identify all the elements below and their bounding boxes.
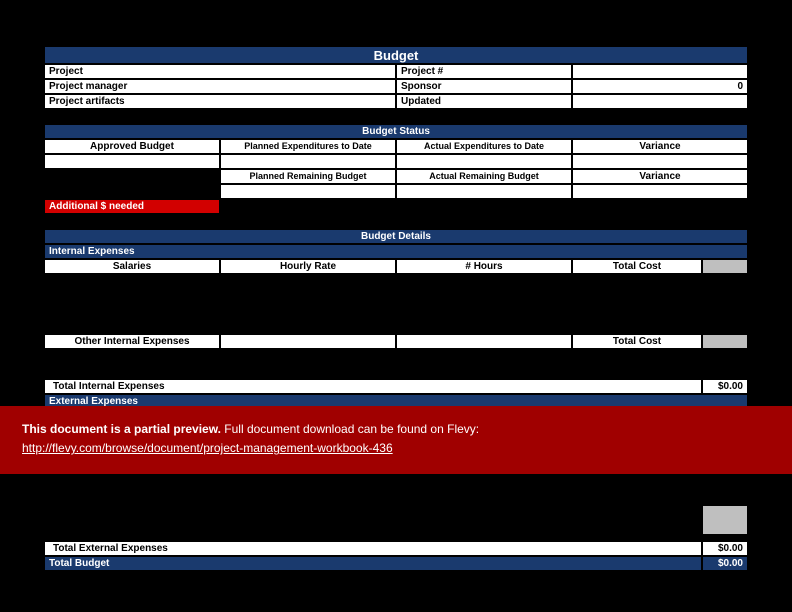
variance2-hdr: Variance xyxy=(572,169,748,184)
status-header: Budget Status xyxy=(44,124,748,139)
title-header: Budget xyxy=(44,46,748,64)
planned-exp-val xyxy=(220,154,396,169)
total-internal-label: Total Internal Expenses xyxy=(44,379,702,394)
variance2-val xyxy=(572,184,748,199)
hourly-hdr: Hourly Rate xyxy=(220,259,396,274)
totalcost2-hdr: Total Cost xyxy=(572,334,702,349)
updated-label: Updated xyxy=(396,94,572,109)
actual-remain-val xyxy=(396,184,572,199)
variance1-val xyxy=(572,154,748,169)
gray-block-3 xyxy=(702,505,748,535)
details-header: Budget Details xyxy=(44,229,748,244)
preview-overlay: This document is a partial preview. Full… xyxy=(0,406,792,474)
approved-budget-val xyxy=(44,154,220,169)
total-external-label: Total External Expenses xyxy=(44,541,702,556)
budget-sheet: Budget Project Project # Project manager… xyxy=(44,46,748,571)
artifacts-label: Project artifacts xyxy=(44,94,396,109)
total-budget-value: $0.00 xyxy=(702,556,748,571)
salaries-hdr: Salaries xyxy=(44,259,220,274)
project-num-label: Project # xyxy=(396,64,572,79)
overlay-link[interactable]: http://flevy.com/browse/document/project… xyxy=(22,441,393,455)
pm-label: Project manager xyxy=(44,79,396,94)
actual-exp-val xyxy=(396,154,572,169)
project-label: Project xyxy=(44,64,396,79)
approved-budget-hdr: Approved Budget xyxy=(44,139,220,154)
other-internal-hdr: Other Internal Expenses xyxy=(44,334,220,349)
actual-exp-hdr: Actual Expenditures to Date xyxy=(396,139,572,154)
variance-hdr: Variance xyxy=(572,139,748,154)
overlay-rest: Full document download can be found on F… xyxy=(221,422,479,436)
total-external-value: $0.00 xyxy=(702,541,748,556)
planned-remain-hdr: Planned Remaining Budget xyxy=(220,169,396,184)
gray-block-1 xyxy=(702,259,748,274)
additional-needed: Additional $ needed xyxy=(44,199,220,214)
totalcost1-hdr: Total Cost xyxy=(572,259,702,274)
hours-hdr: # Hours xyxy=(396,259,572,274)
sponsor-label: Sponsor xyxy=(396,79,572,94)
total-budget-label: Total Budget xyxy=(44,556,702,571)
other-internal-c3 xyxy=(396,334,572,349)
internal-expenses-hdr: Internal Expenses xyxy=(44,244,748,259)
planned-exp-hdr: Planned Expenditures to Date xyxy=(220,139,396,154)
other-internal-c2 xyxy=(220,334,396,349)
planned-remain-val xyxy=(220,184,396,199)
sponsor-value: 0 xyxy=(572,79,748,94)
project-num-value xyxy=(572,64,748,79)
actual-remain-hdr: Actual Remaining Budget xyxy=(396,169,572,184)
updated-value xyxy=(572,94,748,109)
total-internal-value: $0.00 xyxy=(702,379,748,394)
overlay-bold: This document is a partial preview. xyxy=(22,422,221,436)
gray-block-2 xyxy=(702,334,748,349)
